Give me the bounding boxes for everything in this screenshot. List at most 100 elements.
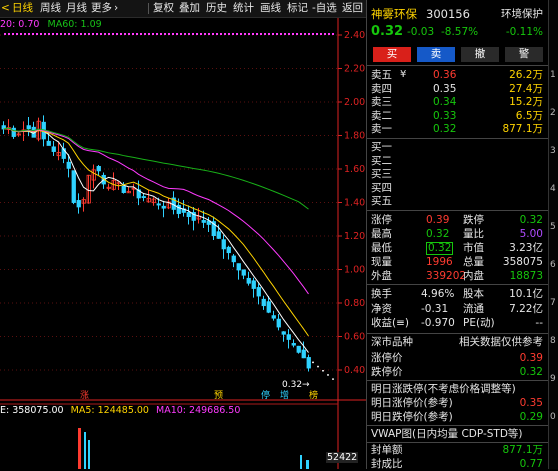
history-button[interactable]: 历史 <box>206 1 227 16</box>
bid-row[interactable]: 买二 <box>371 155 543 168</box>
indicator-dot <box>328 33 330 35</box>
candle-body <box>96 166 101 172</box>
volume-legend: E: 358075.00 MA5: 124485.00 MA10: 249686… <box>0 405 240 416</box>
chevron-right-icon[interactable]: › <box>114 1 118 16</box>
strip-label: 9 <box>550 374 556 384</box>
indicator-dot <box>96 33 98 35</box>
price-tick-label: 1.80 <box>344 131 365 142</box>
indicator-dot <box>152 33 154 35</box>
ask-label: 卖一 <box>371 123 392 135</box>
adjust-button[interactable]: 复权 <box>153 1 174 16</box>
tab-more[interactable]: 更多 <box>91 1 112 16</box>
low-price-label: 0.32→ <box>282 380 310 390</box>
quote-label: 换手 <box>371 288 392 300</box>
indicator-dot <box>312 33 314 35</box>
indicator-dot <box>240 33 242 35</box>
chart-toolbar: < 日线 周线 月线 更多 › 复权 叠加 历史 统计 画线 标记 -自选 返回 <box>0 0 366 18</box>
stats-button[interactable]: 统计 <box>233 1 254 16</box>
indicator-dot <box>208 33 210 35</box>
quote-value: 5.00 <box>519 228 543 240</box>
limit-down-price-row: 跌停价 0.32 <box>371 366 543 379</box>
price-tick-label: 0.60 <box>344 332 365 343</box>
indicator-expand-icon[interactable]: < <box>1 1 10 16</box>
alert-button[interactable]: 警 <box>505 47 543 62</box>
quote-value: 358075 <box>502 256 543 268</box>
buy-button[interactable]: 买 <box>373 47 411 62</box>
indicator-dot <box>192 33 194 35</box>
ask-row[interactable]: 卖一 0.32 877.1万 <box>371 123 543 136</box>
forecast-marker[interactable]: 预 <box>214 388 223 401</box>
seal-ratio-row: 封成比 0.77 <box>371 458 543 471</box>
candle-body <box>26 125 31 130</box>
back-button[interactable]: 返回 <box>342 1 363 16</box>
ask-row[interactable]: 卖三 0.34 15.2万 <box>371 96 543 109</box>
sector-name[interactable]: 环境保护 <box>501 6 543 22</box>
candle-dot <box>317 365 319 368</box>
ask-price: 0.34 <box>433 96 457 108</box>
indicator-dot <box>8 33 10 35</box>
tab-daily[interactable]: 日线 <box>12 1 33 16</box>
indicator-dot <box>332 33 334 35</box>
ask-row[interactable]: 卖二 0.33 6.5万 <box>371 110 543 123</box>
indicator-dot <box>120 33 122 35</box>
cancel-order-button[interactable]: 撤 <box>461 47 499 62</box>
candle-body <box>226 246 231 254</box>
overlay-button[interactable]: 叠加 <box>179 1 200 16</box>
price-tick-label: 1.40 <box>344 198 365 209</box>
bid-row[interactable]: 买四 <box>371 182 543 195</box>
watchlist-remove-button[interactable]: -自选 <box>312 1 337 16</box>
quote-panel: 神雾环保 300156 环境保护 0.32 -0.03 -8.57% -0.11… <box>366 0 549 471</box>
seal-amount-value: 877.1万 <box>502 444 543 456</box>
mark-button[interactable]: 标记 <box>287 1 308 16</box>
bid-row[interactable]: 买一 <box>371 141 543 154</box>
limit-down-price-value: 0.32 <box>519 366 543 378</box>
indicator-dot <box>24 33 26 35</box>
strip-label: 4 <box>550 184 556 194</box>
bid-label: 买一 <box>371 141 392 153</box>
indicator-dot <box>56 33 58 35</box>
quote-value: -0.970 <box>421 317 455 329</box>
quote-label: 涨停 <box>371 214 392 226</box>
sector-change: -0.11% <box>505 26 543 38</box>
indicator-dot <box>88 33 90 35</box>
strip-label: 2 <box>550 108 556 118</box>
vwap-row[interactable]: VWAP图(日内均量 CDP-STD等) <box>371 428 543 441</box>
ask-row[interactable]: 卖五 0.36 26.2万 <box>371 69 543 82</box>
candle-body <box>251 280 256 289</box>
strip-label: 0 <box>550 412 556 422</box>
indicator-dot <box>196 33 198 35</box>
indicator-dot <box>248 33 250 35</box>
indicator-dot <box>60 33 62 35</box>
quote-label: PE(动) <box>463 317 495 329</box>
vwap-link[interactable]: VWAP图(日内均量 CDP-STD等) <box>371 428 523 441</box>
tomorrow-up-value: 0.35 <box>519 397 543 409</box>
tab-weekly[interactable]: 周线 <box>40 1 61 16</box>
indicator-dot <box>300 33 302 35</box>
indicator-dot <box>236 33 238 35</box>
tab-monthly[interactable]: 月线 <box>66 1 87 16</box>
side-strip[interactable]: 1 2 3 4 5 6 7 8 9 0 <box>548 0 558 469</box>
candle-dot <box>327 374 329 376</box>
indicator-dot <box>308 33 310 35</box>
bid-row[interactable]: 买五 <box>371 195 543 208</box>
indicator-dot <box>68 33 70 35</box>
draw-button[interactable]: 画线 <box>260 1 281 16</box>
price-change: -0.03 <box>407 26 435 38</box>
volume-bar <box>78 428 81 469</box>
suspend-marker[interactable]: 停 <box>261 388 270 401</box>
candle-dot <box>322 370 324 372</box>
indicator-dot <box>320 33 322 35</box>
indicator-dot <box>156 33 158 35</box>
limit-up-marker[interactable]: 涨 <box>80 388 89 401</box>
indicator-dot <box>36 33 38 35</box>
sell-button[interactable]: 卖 <box>417 47 455 62</box>
indicator-dot <box>272 33 274 35</box>
indicator-dot <box>168 33 170 35</box>
hot-list-marker[interactable]: 榜 <box>309 388 318 401</box>
quote-value: 0.39 <box>426 214 450 226</box>
bid-row[interactable]: 买三 <box>371 168 543 181</box>
ask-row[interactable]: 卖四 0.35 27.4万 <box>371 83 543 96</box>
price-tick-label: 0.40 <box>344 365 365 376</box>
quote-value: 0.32 <box>426 228 450 240</box>
indicator-dot <box>80 33 82 35</box>
